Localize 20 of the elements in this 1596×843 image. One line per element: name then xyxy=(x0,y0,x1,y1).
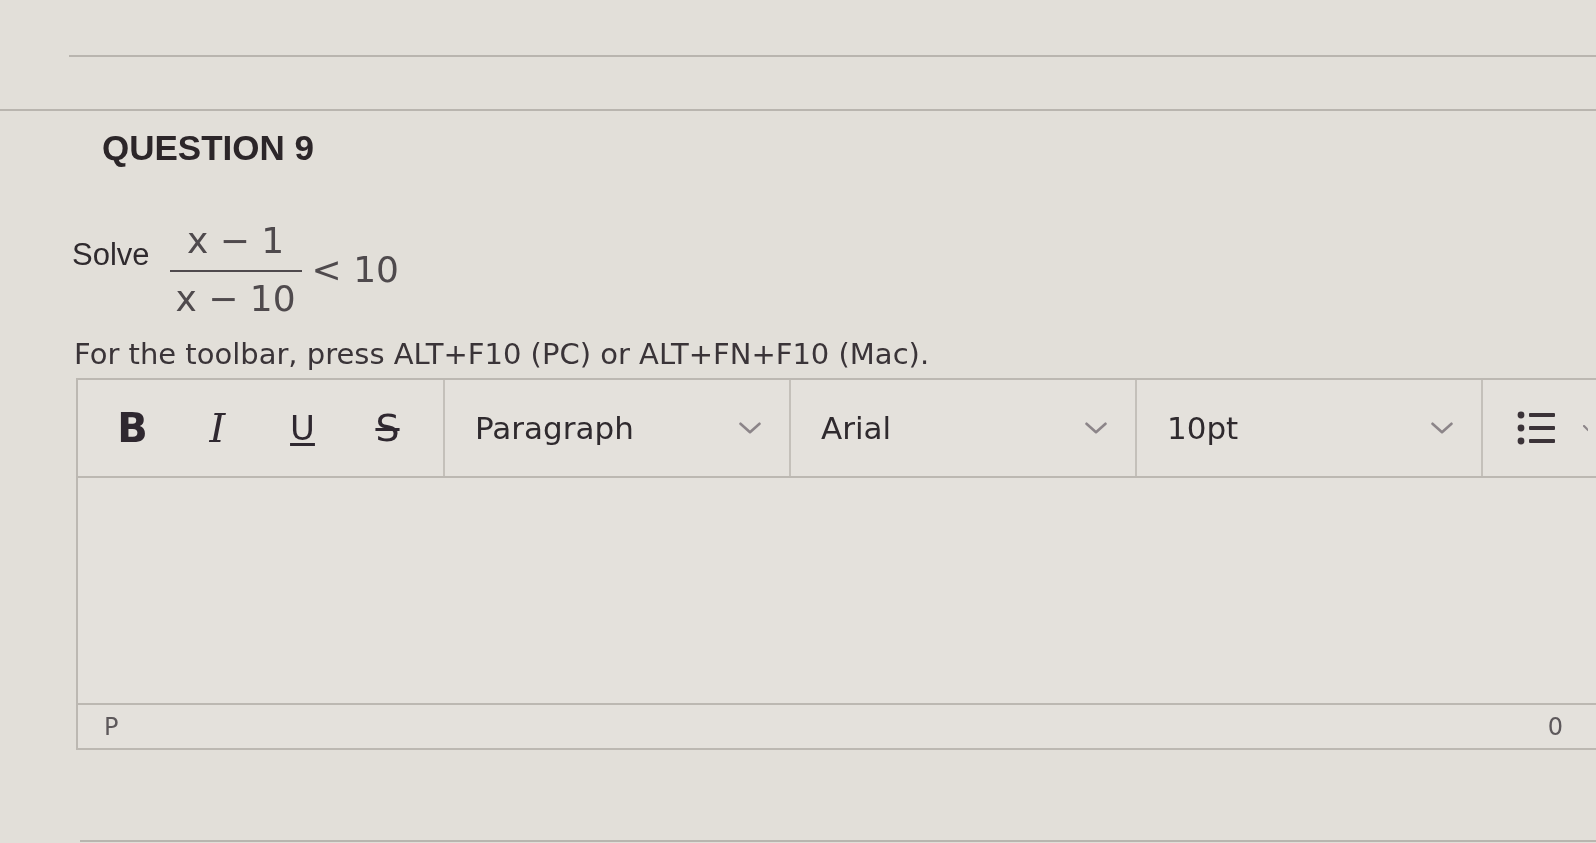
prompt-text: Solve xyxy=(72,237,150,273)
bold-button[interactable]: B xyxy=(90,398,175,458)
element-path[interactable]: P xyxy=(104,712,119,741)
instructions-text: For the toolbar, press ALT+F10 (PC) or ALT+FN+F10 (Mac). xyxy=(74,336,931,372)
word-count: 0 xyxy=(1547,712,1563,741)
chevron-icon xyxy=(1583,424,1588,434)
italic-button[interactable]: I xyxy=(175,398,260,458)
bullet-list-icon xyxy=(1517,410,1555,446)
chevron-down-icon xyxy=(1431,422,1453,434)
font-family-dropdown[interactable]: Arial xyxy=(791,381,1135,475)
underline-button[interactable]: U xyxy=(260,398,345,458)
chevron-down-icon xyxy=(739,422,761,434)
fraction-numerator: x − 1 xyxy=(186,220,285,262)
inequality-relation: < 10 xyxy=(311,249,399,291)
strikethrough-button[interactable]: S xyxy=(345,398,430,458)
chevron-down-icon xyxy=(1085,422,1107,434)
font-size-dropdown[interactable]: 10pt xyxy=(1137,381,1481,475)
fraction-denominator: x − 10 xyxy=(175,278,296,320)
block-format-dropdown[interactable]: Paragraph xyxy=(445,381,789,475)
question-title: QUESTION 9 xyxy=(102,128,315,168)
